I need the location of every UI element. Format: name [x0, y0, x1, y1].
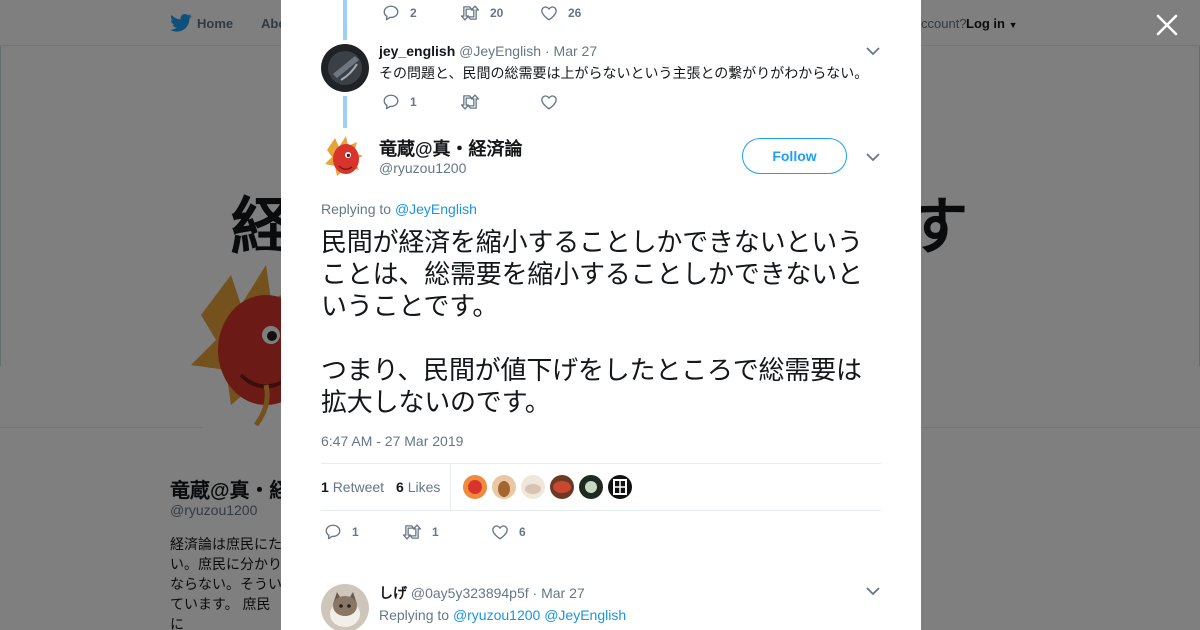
reply-count: 2 — [410, 6, 417, 20]
retweet-count: 20 — [490, 6, 504, 20]
chevron-down-icon[interactable] — [866, 586, 880, 596]
liker-avatar[interactable] — [579, 475, 604, 499]
liker-avatar[interactable] — [492, 475, 517, 499]
retweet-stat-count: 1 — [321, 479, 329, 495]
replying-to-label: Replying to — [379, 607, 450, 623]
stats-divider — [450, 464, 452, 510]
like-button[interactable] — [540, 93, 620, 111]
tweet-actions: 2 20 26 — [382, 4, 620, 22]
thread-connector — [343, 96, 347, 128]
section-divider — [281, 556, 921, 566]
reply-count: 1 — [352, 525, 359, 539]
user-name[interactable]: jey_english — [379, 43, 455, 59]
tweet-paragraph: つまり、民間が値下げをしたところで総需要は拡大しないのです。 — [321, 356, 862, 418]
retweet-stat[interactable]: 1 Retweet — [321, 479, 384, 495]
user-name[interactable]: しげ — [379, 585, 407, 601]
mention-link[interactable]: @JeyEnglish — [544, 607, 626, 623]
reply-button[interactable]: 1 — [324, 523, 402, 541]
liker-avatar[interactable] — [521, 475, 546, 499]
reply-icon — [383, 94, 399, 110]
like-count: 26 — [568, 6, 582, 20]
liker-avatar[interactable] — [463, 475, 488, 499]
heart-icon — [492, 525, 508, 540]
chevron-down-icon[interactable] — [866, 46, 880, 56]
tweet-paragraph: 民間が経済を縮小することしかできないということは、総需要を縮小することしかできな… — [321, 228, 863, 322]
retweet-icon — [402, 524, 422, 540]
liker-avatar[interactable] — [608, 475, 633, 499]
reply-count: 1 — [410, 95, 417, 109]
user-handle[interactable]: @0ay5y323894p5f — [411, 585, 529, 601]
retweet-icon — [460, 5, 480, 21]
reply-icon — [383, 5, 399, 21]
tweet-text: その問題と、民間の総需要は上がらないという主張との繋がりがわからない。 — [379, 65, 869, 81]
retweet-button[interactable]: 1 — [402, 523, 491, 541]
thread-connector — [343, 0, 347, 40]
like-button[interactable]: 6 — [491, 523, 571, 541]
retweet-stat-label: Retweet — [332, 479, 385, 495]
reply-button[interactable]: 1 — [382, 93, 460, 111]
avatar[interactable] — [321, 44, 369, 92]
heart-icon — [541, 95, 557, 110]
liker-avatars — [463, 475, 637, 499]
tweet-date[interactable]: Mar 27 — [554, 43, 598, 59]
cat-avatar-icon — [321, 584, 369, 630]
avatar[interactable] — [321, 134, 369, 182]
retweet-count: 1 — [432, 525, 439, 539]
separator: · — [532, 585, 538, 601]
tweet-header: しげ @0ay5y323894p5f · Mar 27 — [379, 583, 585, 603]
tweet-actions: 1 1 6 — [324, 523, 571, 541]
heart-icon — [541, 6, 557, 21]
avatar[interactable] — [321, 584, 369, 630]
chevron-down-icon[interactable] — [866, 152, 880, 162]
follow-button[interactable]: Follow — [742, 138, 847, 174]
retweet-icon — [460, 94, 480, 110]
user-name[interactable]: 竜蔵@真・経済論 — [379, 135, 523, 161]
retweet-button[interactable] — [460, 93, 540, 111]
reply-icon — [325, 524, 341, 540]
retweet-button[interactable]: 20 — [460, 4, 540, 22]
tweet-text: 民間が経済を縮小することしかできないということは、総需要を縮小することしかできな… — [321, 227, 886, 419]
mention-link[interactable]: @JeyEnglish — [395, 201, 477, 217]
separator: · — [544, 43, 550, 59]
dragon-avatar-icon — [321, 134, 369, 182]
mention-link[interactable]: @ryuzou1200 — [453, 607, 540, 623]
tweet-date[interactable]: Mar 27 — [541, 585, 585, 601]
tweet-header: jey_english @JeyEnglish · Mar 27 — [379, 43, 597, 59]
liker-avatar[interactable] — [550, 475, 575, 499]
user-handle[interactable]: @ryuzou1200 — [379, 160, 466, 176]
likes-stat[interactable]: 6 Likes — [396, 479, 440, 495]
close-icon[interactable] — [1154, 12, 1180, 38]
likes-stat-label: Likes — [407, 479, 441, 495]
replying-to: Replying to @JeyEnglish — [321, 201, 477, 217]
reply-button[interactable]: 2 — [382, 4, 460, 22]
tweet-stats: 1 Retweet 6 Likes — [321, 463, 881, 511]
tweet-actions: 1 — [382, 93, 620, 111]
like-button[interactable]: 26 — [540, 4, 620, 22]
user-handle[interactable]: @JeyEnglish — [459, 43, 541, 59]
tweet-timestamp[interactable]: 6:47 AM - 27 Mar 2019 — [321, 433, 463, 449]
user-avatar-icon — [321, 44, 369, 92]
tweet-permalink-modal: 2 20 26 jey_english @JeyEnglish · Mar 27… — [281, 0, 921, 630]
replying-to: Replying to @ryuzou1200 @JeyEnglish — [379, 607, 626, 623]
likes-stat-count: 6 — [396, 479, 404, 495]
replying-to-label: Replying to — [321, 201, 392, 217]
like-count: 6 — [519, 525, 526, 539]
